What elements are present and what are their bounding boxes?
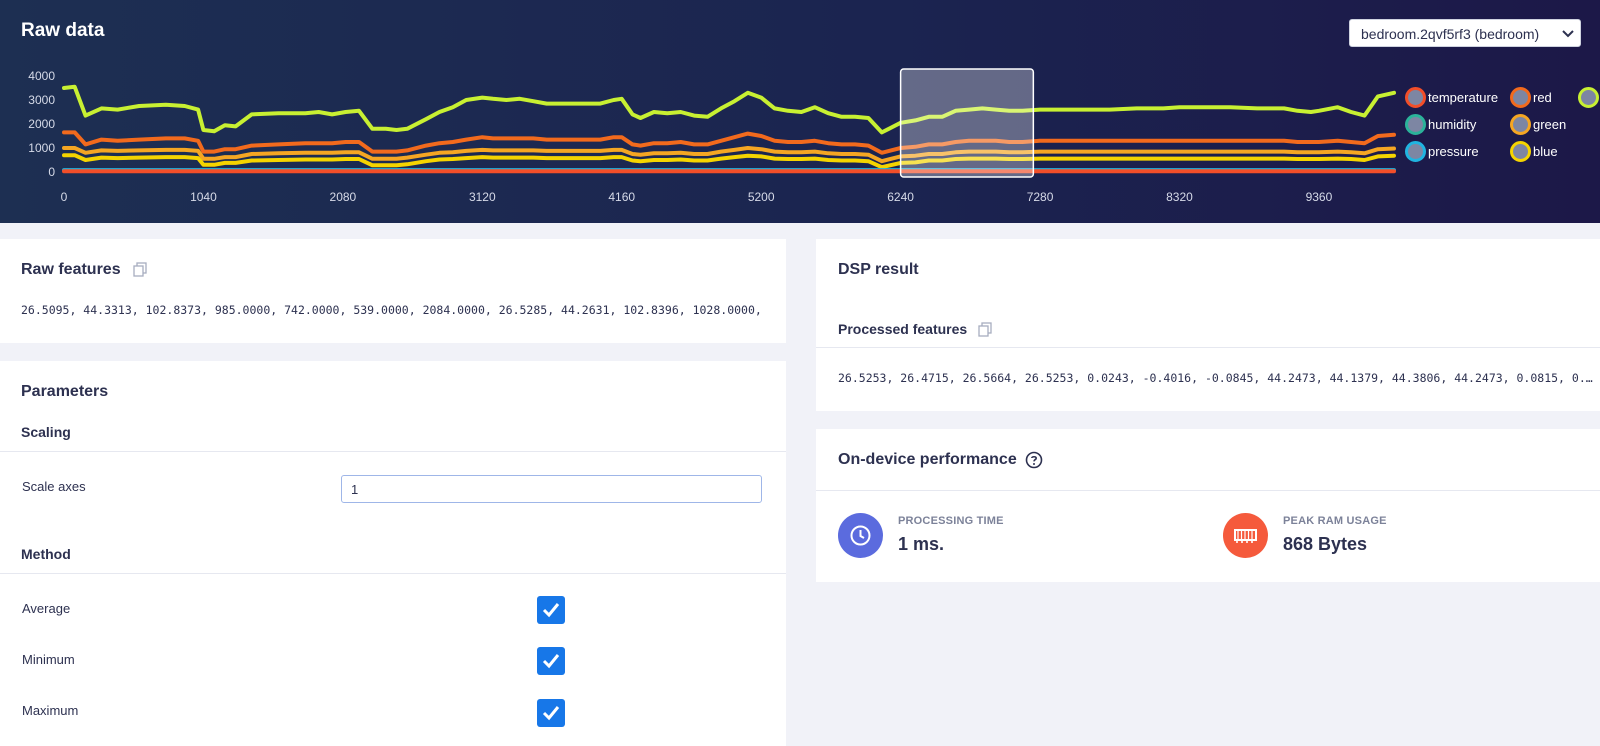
method-divider: [0, 573, 786, 574]
raw-features-title: Raw features: [21, 261, 121, 278]
performance-divider: [816, 490, 1600, 491]
chevron-down-icon: [1562, 30, 1574, 38]
y-tick-label: 3000: [28, 93, 55, 107]
x-tick-label: 9360: [1306, 190, 1333, 204]
checkmark-icon: [542, 706, 560, 721]
raw-data-panel: Raw data bedroom.2qvf5rf3 (bedroom) 4000…: [0, 0, 1600, 223]
dsp-result-card: DSP result Processed features 26.5253, 2…: [816, 239, 1600, 411]
series-line-0: [62, 84, 1396, 135]
parameters-title: Parameters: [21, 383, 109, 400]
legend-label-green: green: [1533, 117, 1567, 132]
legend-dot-light: [1578, 87, 1599, 108]
legend-label-red: red: [1533, 90, 1552, 105]
y-tick-label: 2000: [28, 117, 55, 131]
x-tick-label: 5200: [748, 190, 775, 204]
legend-label-humidity: humidity: [1428, 117, 1477, 132]
peak-ram-label: PEAK RAM USAGE: [1283, 515, 1387, 527]
legend-dot-blue: [1510, 141, 1531, 162]
method-average-label: Average: [22, 601, 71, 616]
method-minimum-label: Minimum: [22, 652, 75, 667]
legend-dot-green: [1510, 114, 1531, 135]
x-tick-label: 7280: [1027, 190, 1054, 204]
legend-dot-pressure: [1405, 141, 1426, 162]
y-tick-label: 0: [48, 165, 55, 179]
processing-time-value: 1 ms.: [898, 534, 945, 554]
help-icon[interactable]: [1025, 451, 1043, 469]
raw-data-chart[interactable]: 4000 3000 2000 1000 00 1040 2080 3120 4160 5200 62…: [0, 0, 1400, 223]
raw-features-card: Raw features 26.5095, 44.3313, 102.8373,…: [0, 239, 786, 343]
scale-axes-label: Scale axes: [22, 479, 86, 494]
average-checkbox[interactable]: [537, 596, 565, 624]
processing-time-label: PROCESSING TIME: [898, 515, 1004, 527]
y-tick-label: 1000: [28, 141, 55, 155]
method-maximum-label: Maximum: [22, 703, 79, 718]
legend-label-blue: blue: [1533, 144, 1558, 159]
memory-icon: [1234, 529, 1257, 543]
processing-time-badge: [838, 513, 883, 558]
performance-card: On-device performance PROCESSING TIME 1 …: [816, 429, 1600, 582]
performance-title: On-device performance: [838, 451, 1017, 468]
window-selection: [899, 68, 1035, 178]
checkmark-icon: [542, 654, 560, 669]
x-tick-label: 4160: [608, 190, 635, 204]
checkmark-icon: [542, 603, 560, 618]
copy-icon[interactable]: [133, 262, 147, 277]
parameters-card: Parameters Scaling Scale axes Method Ave…: [0, 361, 786, 746]
legend-dot-temperature: [1405, 87, 1426, 108]
processed-divider: [816, 347, 1600, 348]
dsp-result-title: DSP result: [838, 261, 919, 278]
copy-icon[interactable]: [978, 322, 992, 337]
processed-features-values: 26.5253, 26.4715, 26.5664, 26.5253, 0.02…: [838, 371, 1593, 385]
x-tick-label: 2080: [330, 190, 357, 204]
legend-label-pressure: pressure: [1428, 144, 1479, 159]
legend-dot-red: [1510, 87, 1531, 108]
scale-axes-input[interactable]: [341, 475, 762, 503]
legend-label-temperature: temperature: [1428, 90, 1499, 105]
minimum-checkbox[interactable]: [537, 647, 565, 675]
processed-features-title: Processed features: [838, 321, 968, 337]
legend-dot-humidity: [1405, 114, 1426, 135]
peak-ram-badge: [1223, 513, 1268, 558]
y-tick-label: 4000: [28, 69, 55, 83]
maximum-checkbox[interactable]: [537, 699, 565, 727]
x-tick-label: 1040: [190, 190, 217, 204]
peak-ram-value: 868 Bytes: [1283, 534, 1368, 554]
x-tick-label: 3120: [469, 190, 496, 204]
clock-icon: [850, 525, 871, 546]
scaling-title: Scaling: [21, 424, 71, 440]
x-tick-label: 8320: [1166, 190, 1193, 204]
x-tick-label: 0: [61, 190, 68, 204]
method-title: Method: [21, 546, 71, 562]
scaling-divider: [0, 451, 786, 452]
raw-features-values: 26.5095, 44.3313, 102.8373, 985.0000, 74…: [21, 303, 761, 317]
x-tick-label: 6240: [887, 190, 914, 204]
series-line-3: [62, 153, 1396, 170]
